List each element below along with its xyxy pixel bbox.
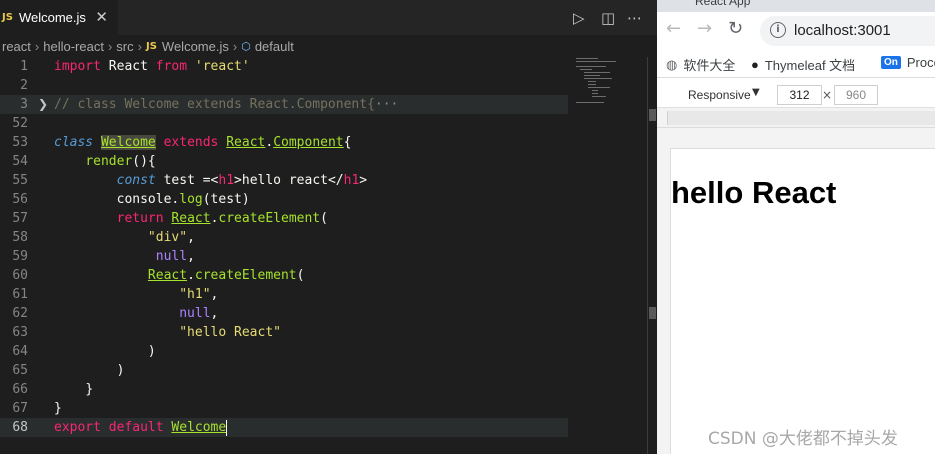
code-line-folded: 3 ❯ // class Welcome extends React.Compo… (0, 95, 568, 114)
code-line: 56 console.log(test) (0, 190, 568, 209)
watermark: CSDN @大佬都不掉头发 (708, 429, 898, 449)
line-number: 61 (12, 287, 28, 302)
tab-label: Welcome.js (18, 10, 86, 25)
line-number: 53 (12, 135, 28, 150)
page-heading: hello React (671, 175, 837, 210)
minimap[interactable] (572, 57, 644, 117)
device-toolbar: Responsive ▼ 312 × 960 (657, 82, 935, 108)
forward-arrow-icon[interactable]: → (697, 18, 712, 39)
code-line: 65 ) (0, 361, 568, 380)
line-number: 59 (12, 249, 28, 264)
line-number: 2 (20, 78, 28, 93)
chevron-right-icon[interactable]: ❯ (38, 95, 48, 114)
code-line: 54 render(){ (0, 152, 568, 171)
js-file-icon: JS (2, 12, 13, 23)
width-input[interactable]: 312 (777, 85, 822, 105)
code-editor[interactable]: JS Welcome.js ✕ ▷ ◫ ⋯ react › hello-react… (0, 0, 657, 454)
info-icon[interactable]: i (770, 22, 786, 38)
close-icon[interactable]: ✕ (95, 8, 108, 26)
code-line: 58 "div", (0, 228, 568, 247)
line-number: 64 (12, 344, 28, 359)
line-number: 60 (12, 268, 28, 283)
scrollbar-marker (649, 307, 656, 319)
code-line: 60 React.createElement( (0, 266, 568, 285)
breadcrumb-item[interactable]: hello-react (43, 39, 104, 54)
more-icon[interactable]: ⋯ (627, 9, 642, 27)
symbol-icon: ⬡ (241, 40, 251, 53)
line-number: 62 (12, 306, 28, 321)
run-icon[interactable]: ▷ (573, 9, 585, 27)
bookmark-label: Proce (906, 55, 935, 70)
github-icon: ● (751, 57, 759, 72)
scrollbar-thumb[interactable] (649, 109, 656, 121)
page-viewport[interactable]: hello React (670, 148, 935, 454)
bookmark-item[interactable]: ● Thymeleaf 文档 (751, 55, 855, 74)
reload-icon[interactable]: ↻ (728, 18, 743, 39)
line-number: 67 (12, 401, 28, 416)
address-bar[interactable]: i localhost:3001 (760, 16, 935, 46)
line-number: 55 (12, 173, 28, 188)
breadcrumb-item[interactable]: src (116, 39, 133, 54)
code-line: 52 (0, 114, 568, 133)
times-separator: × (822, 88, 833, 102)
breadcrumb-file[interactable]: Welcome.js (162, 39, 229, 54)
browser-window: React App ← → ↻ i localhost:3001 ◍ 软件大全 … (657, 0, 935, 454)
bookmark-label: Thymeleaf 文档 (764, 58, 856, 73)
on-icon: On (881, 56, 901, 69)
line-number: 56 (12, 192, 28, 207)
bookmarks-bar: ◍ 软件大全 ● Thymeleaf 文档 On Proce (657, 48, 935, 78)
split-editor-icon[interactable]: ◫ (601, 9, 615, 27)
code-line: 57 return React.createElement( (0, 209, 568, 228)
line-number: 65 (12, 363, 28, 378)
code-line: 1 import React from 'react' (0, 57, 568, 76)
code-line: 66 } (0, 380, 568, 399)
code-line: 61 "h1", (0, 285, 568, 304)
line-number: 3 (20, 97, 28, 112)
line-number: 52 (12, 116, 28, 131)
browser-tab-title[interactable]: React App (695, 0, 750, 8)
device-select[interactable]: Responsive (688, 88, 751, 102)
editor-tab-bar: JS Welcome.js ✕ ▷ ◫ ⋯ (0, 0, 657, 35)
code-line: 2 (0, 76, 568, 95)
code-line: 64 ) (0, 342, 568, 361)
code-area[interactable]: 1 import React from 'react' 2 3 ❯ // cla… (0, 57, 568, 454)
line-number: 68 (12, 420, 28, 435)
bookmark-item[interactable]: ◍ 软件大全 (666, 55, 735, 74)
breadcrumb-symbol[interactable]: default (255, 39, 294, 54)
code-line: 67 } (0, 399, 568, 418)
line-number: 63 (12, 325, 28, 340)
code-line: 63 "hello React" (0, 323, 568, 342)
fold-ellipsis[interactable]: ··· (375, 97, 398, 112)
text-cursor (226, 419, 228, 436)
line-number: 57 (12, 211, 28, 226)
browser-tab-strip: React App (657, 0, 935, 12)
caret-down-icon[interactable]: ▼ (752, 87, 760, 98)
tab-welcome-js[interactable]: JS Welcome.js ✕ (0, 0, 118, 35)
editor-scrollbar[interactable] (647, 57, 657, 454)
code-line: 59 null, (0, 247, 568, 266)
bookmark-label: 软件大全 (683, 58, 736, 73)
code-line: 62 null, (0, 304, 568, 323)
media-query-ruler[interactable] (657, 108, 935, 128)
back-arrow-icon[interactable]: ← (666, 18, 681, 39)
breadcrumb: react › hello-react › src › JS Welcome.js › … (2, 38, 294, 54)
browser-toolbar: ← → ↻ i localhost:3001 (657, 12, 935, 48)
code-line: 55 const test =<h1>hello react</h1> (0, 171, 568, 190)
breadcrumb-item[interactable]: react (2, 39, 31, 54)
line-number: 54 (12, 154, 28, 169)
globe-icon: ◍ (666, 56, 678, 72)
bookmark-item[interactable]: On Proce (881, 55, 935, 70)
js-file-icon: JS (145, 40, 157, 52)
code-line: 53 class Welcome extends React.Component… (0, 133, 568, 152)
line-number: 1 (20, 59, 28, 74)
code-line-current: 68 export default Welcome (0, 418, 568, 437)
url-text[interactable]: localhost:3001 (794, 22, 891, 39)
line-number: 66 (12, 382, 28, 397)
line-number: 58 (12, 230, 28, 245)
height-input[interactable]: 960 (834, 85, 878, 105)
